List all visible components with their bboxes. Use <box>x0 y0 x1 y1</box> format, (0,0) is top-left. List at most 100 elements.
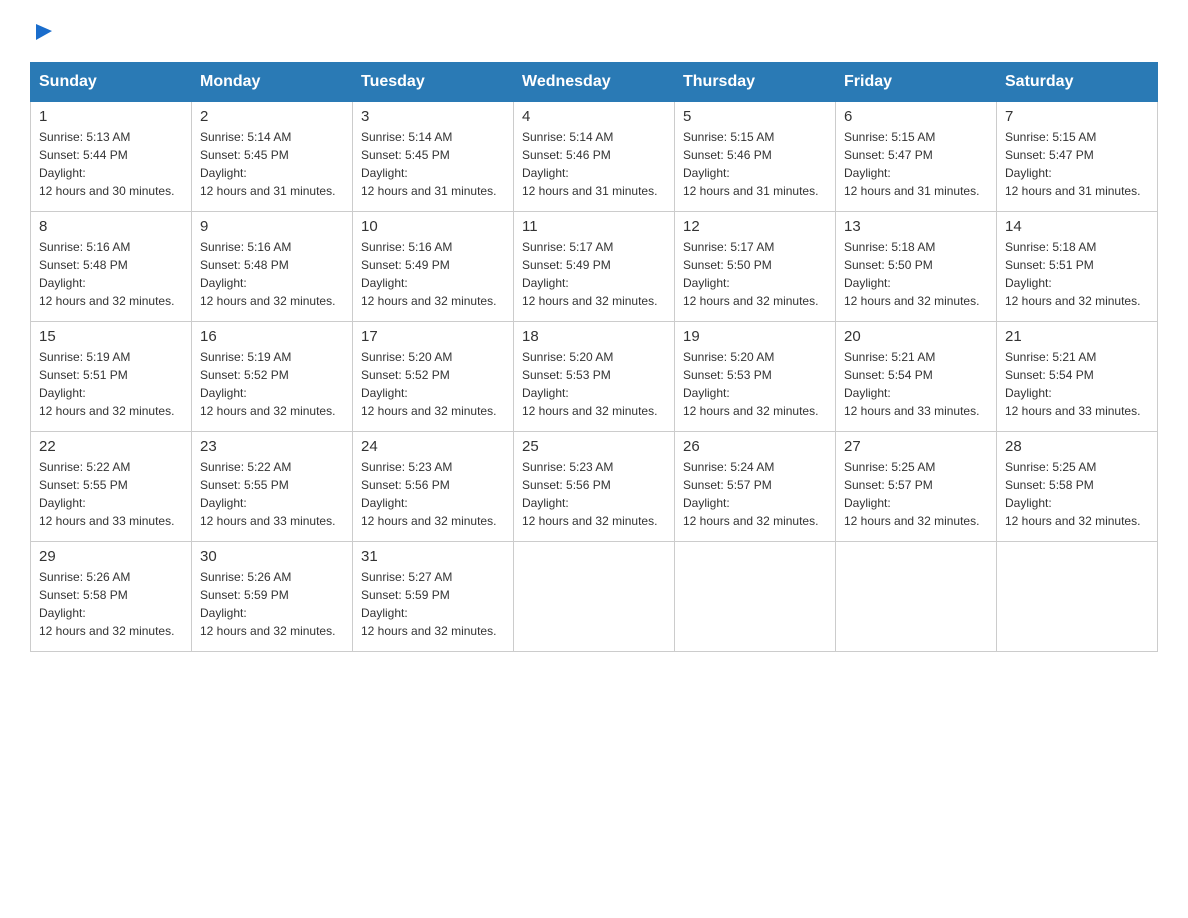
day-info: Sunrise: 5:15 AM Sunset: 5:47 PM Dayligh… <box>1005 128 1149 200</box>
calendar-day-cell: 30 Sunrise: 5:26 AM Sunset: 5:59 PM Dayl… <box>192 542 353 652</box>
day-number: 29 <box>39 548 183 565</box>
calendar-day-cell: 7 Sunrise: 5:15 AM Sunset: 5:47 PM Dayli… <box>997 102 1158 212</box>
day-info: Sunrise: 5:22 AM Sunset: 5:55 PM Dayligh… <box>39 458 183 530</box>
day-number: 8 <box>39 218 183 235</box>
calendar-day-cell: 29 Sunrise: 5:26 AM Sunset: 5:58 PM Dayl… <box>31 542 192 652</box>
calendar-day-cell: 3 Sunrise: 5:14 AM Sunset: 5:45 PM Dayli… <box>353 102 514 212</box>
day-info: Sunrise: 5:18 AM Sunset: 5:50 PM Dayligh… <box>844 238 988 310</box>
day-number: 25 <box>522 438 666 455</box>
calendar-day-cell: 9 Sunrise: 5:16 AM Sunset: 5:48 PM Dayli… <box>192 212 353 322</box>
calendar-day-cell: 23 Sunrise: 5:22 AM Sunset: 5:55 PM Dayl… <box>192 432 353 542</box>
day-info: Sunrise: 5:23 AM Sunset: 5:56 PM Dayligh… <box>361 458 505 530</box>
day-info: Sunrise: 5:18 AM Sunset: 5:51 PM Dayligh… <box>1005 238 1149 310</box>
weekday-header-wednesday: Wednesday <box>514 63 675 102</box>
day-info: Sunrise: 5:17 AM Sunset: 5:49 PM Dayligh… <box>522 238 666 310</box>
day-info: Sunrise: 5:16 AM Sunset: 5:49 PM Dayligh… <box>361 238 505 310</box>
day-number: 12 <box>683 218 827 235</box>
calendar-day-cell: 14 Sunrise: 5:18 AM Sunset: 5:51 PM Dayl… <box>997 212 1158 322</box>
day-number: 30 <box>200 548 344 565</box>
day-info: Sunrise: 5:21 AM Sunset: 5:54 PM Dayligh… <box>1005 348 1149 420</box>
day-info: Sunrise: 5:17 AM Sunset: 5:50 PM Dayligh… <box>683 238 827 310</box>
calendar-week-row: 1 Sunrise: 5:13 AM Sunset: 5:44 PM Dayli… <box>31 102 1158 212</box>
calendar-week-row: 8 Sunrise: 5:16 AM Sunset: 5:48 PM Dayli… <box>31 212 1158 322</box>
calendar-day-cell: 4 Sunrise: 5:14 AM Sunset: 5:46 PM Dayli… <box>514 102 675 212</box>
calendar-day-cell: 2 Sunrise: 5:14 AM Sunset: 5:45 PM Dayli… <box>192 102 353 212</box>
weekday-header-sunday: Sunday <box>31 63 192 102</box>
day-number: 11 <box>522 218 666 235</box>
calendar-day-cell: 8 Sunrise: 5:16 AM Sunset: 5:48 PM Dayli… <box>31 212 192 322</box>
day-number: 14 <box>1005 218 1149 235</box>
day-info: Sunrise: 5:20 AM Sunset: 5:53 PM Dayligh… <box>522 348 666 420</box>
calendar-day-cell: 18 Sunrise: 5:20 AM Sunset: 5:53 PM Dayl… <box>514 322 675 432</box>
calendar-day-cell: 20 Sunrise: 5:21 AM Sunset: 5:54 PM Dayl… <box>836 322 997 432</box>
day-number: 24 <box>361 438 505 455</box>
day-info: Sunrise: 5:24 AM Sunset: 5:57 PM Dayligh… <box>683 458 827 530</box>
day-info: Sunrise: 5:19 AM Sunset: 5:52 PM Dayligh… <box>200 348 344 420</box>
day-number: 10 <box>361 218 505 235</box>
calendar-table: SundayMondayTuesdayWednesdayThursdayFrid… <box>30 62 1158 652</box>
day-number: 26 <box>683 438 827 455</box>
calendar-day-cell: 31 Sunrise: 5:27 AM Sunset: 5:59 PM Dayl… <box>353 542 514 652</box>
day-info: Sunrise: 5:21 AM Sunset: 5:54 PM Dayligh… <box>844 348 988 420</box>
calendar-day-cell: 27 Sunrise: 5:25 AM Sunset: 5:57 PM Dayl… <box>836 432 997 542</box>
page-header <box>30 20 1158 42</box>
calendar-day-cell: 6 Sunrise: 5:15 AM Sunset: 5:47 PM Dayli… <box>836 102 997 212</box>
day-number: 15 <box>39 328 183 345</box>
day-number: 6 <box>844 108 988 125</box>
day-info: Sunrise: 5:26 AM Sunset: 5:59 PM Dayligh… <box>200 568 344 640</box>
day-info: Sunrise: 5:19 AM Sunset: 5:51 PM Dayligh… <box>39 348 183 420</box>
calendar-day-cell: 1 Sunrise: 5:13 AM Sunset: 5:44 PM Dayli… <box>31 102 192 212</box>
day-number: 16 <box>200 328 344 345</box>
day-info: Sunrise: 5:22 AM Sunset: 5:55 PM Dayligh… <box>200 458 344 530</box>
day-number: 18 <box>522 328 666 345</box>
calendar-day-cell: 15 Sunrise: 5:19 AM Sunset: 5:51 PM Dayl… <box>31 322 192 432</box>
calendar-week-row: 15 Sunrise: 5:19 AM Sunset: 5:51 PM Dayl… <box>31 322 1158 432</box>
calendar-day-cell: 25 Sunrise: 5:23 AM Sunset: 5:56 PM Dayl… <box>514 432 675 542</box>
day-info: Sunrise: 5:13 AM Sunset: 5:44 PM Dayligh… <box>39 128 183 200</box>
weekday-header-tuesday: Tuesday <box>353 63 514 102</box>
day-number: 1 <box>39 108 183 125</box>
calendar-day-cell: 5 Sunrise: 5:15 AM Sunset: 5:46 PM Dayli… <box>675 102 836 212</box>
calendar-day-cell: 12 Sunrise: 5:17 AM Sunset: 5:50 PM Dayl… <box>675 212 836 322</box>
day-info: Sunrise: 5:14 AM Sunset: 5:45 PM Dayligh… <box>361 128 505 200</box>
day-number: 31 <box>361 548 505 565</box>
day-number: 21 <box>1005 328 1149 345</box>
calendar-day-cell: 11 Sunrise: 5:17 AM Sunset: 5:49 PM Dayl… <box>514 212 675 322</box>
weekday-header-thursday: Thursday <box>675 63 836 102</box>
day-number: 13 <box>844 218 988 235</box>
day-info: Sunrise: 5:20 AM Sunset: 5:52 PM Dayligh… <box>361 348 505 420</box>
weekday-header-monday: Monday <box>192 63 353 102</box>
calendar-day-cell: 17 Sunrise: 5:20 AM Sunset: 5:52 PM Dayl… <box>353 322 514 432</box>
day-number: 7 <box>1005 108 1149 125</box>
calendar-day-cell: 26 Sunrise: 5:24 AM Sunset: 5:57 PM Dayl… <box>675 432 836 542</box>
logo-arrow-icon <box>32 20 54 42</box>
day-number: 4 <box>522 108 666 125</box>
calendar-day-cell <box>997 542 1158 652</box>
day-info: Sunrise: 5:20 AM Sunset: 5:53 PM Dayligh… <box>683 348 827 420</box>
day-number: 5 <box>683 108 827 125</box>
day-number: 28 <box>1005 438 1149 455</box>
day-number: 3 <box>361 108 505 125</box>
day-info: Sunrise: 5:23 AM Sunset: 5:56 PM Dayligh… <box>522 458 666 530</box>
day-number: 2 <box>200 108 344 125</box>
day-info: Sunrise: 5:16 AM Sunset: 5:48 PM Dayligh… <box>200 238 344 310</box>
calendar-day-cell <box>675 542 836 652</box>
calendar-week-row: 29 Sunrise: 5:26 AM Sunset: 5:58 PM Dayl… <box>31 542 1158 652</box>
logo <box>30 20 54 42</box>
weekday-header-saturday: Saturday <box>997 63 1158 102</box>
calendar-day-cell: 19 Sunrise: 5:20 AM Sunset: 5:53 PM Dayl… <box>675 322 836 432</box>
day-info: Sunrise: 5:27 AM Sunset: 5:59 PM Dayligh… <box>361 568 505 640</box>
day-info: Sunrise: 5:26 AM Sunset: 5:58 PM Dayligh… <box>39 568 183 640</box>
day-number: 20 <box>844 328 988 345</box>
day-info: Sunrise: 5:25 AM Sunset: 5:58 PM Dayligh… <box>1005 458 1149 530</box>
day-info: Sunrise: 5:14 AM Sunset: 5:46 PM Dayligh… <box>522 128 666 200</box>
weekday-header-friday: Friday <box>836 63 997 102</box>
day-info: Sunrise: 5:14 AM Sunset: 5:45 PM Dayligh… <box>200 128 344 200</box>
day-number: 22 <box>39 438 183 455</box>
calendar-day-cell: 28 Sunrise: 5:25 AM Sunset: 5:58 PM Dayl… <box>997 432 1158 542</box>
calendar-day-cell: 21 Sunrise: 5:21 AM Sunset: 5:54 PM Dayl… <box>997 322 1158 432</box>
day-number: 17 <box>361 328 505 345</box>
calendar-day-cell: 13 Sunrise: 5:18 AM Sunset: 5:50 PM Dayl… <box>836 212 997 322</box>
day-number: 19 <box>683 328 827 345</box>
day-number: 27 <box>844 438 988 455</box>
